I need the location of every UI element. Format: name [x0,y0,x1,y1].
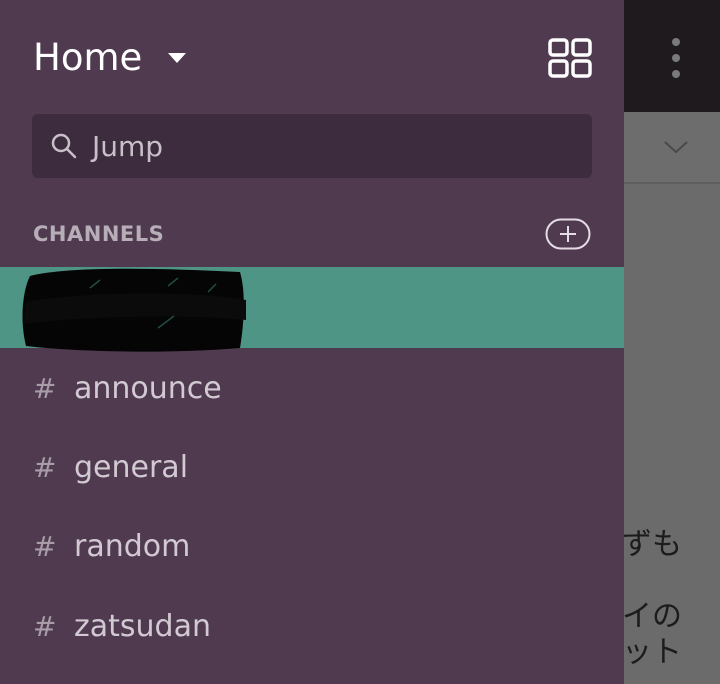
redaction-mark [22,268,246,352]
app-screen: ずも イの ット Home Jump CHANNELS # announce #… [0,0,720,684]
channel-name: zatsudan [74,609,211,644]
channel-item-announce[interactable]: # announce [0,349,624,428]
channel-name: announce [74,371,222,406]
channel-name: general [74,450,189,485]
background-message-text: ット [622,635,682,670]
channel-name: random [74,529,191,564]
add-channel-icon[interactable] [545,218,591,250]
channel-item-general[interactable]: # general [0,428,624,507]
hash-icon: # [33,451,57,484]
hash-icon: # [33,372,57,405]
search-placeholder: Jump [92,129,164,163]
more-options-icon[interactable] [668,38,684,78]
channel-item-zatsudan[interactable]: # zatsudan [0,587,624,666]
channels-section-header: CHANNELS [33,222,165,246]
channel-item-random[interactable]: # random [0,507,624,586]
background-message-text: ずも [622,527,682,562]
navigation-drawer: Home Jump CHANNELS # announce # general … [0,0,624,684]
workspaces-grid-icon[interactable] [548,38,592,78]
chevron-down-icon[interactable] [662,134,690,158]
workspace-title: Home [33,36,143,79]
workspace-switcher[interactable]: Home [33,36,187,79]
search-icon [51,133,77,159]
caret-down-icon [168,52,187,63]
jump-search-field[interactable]: Jump [32,114,592,178]
background-message-text: イの [622,599,682,634]
hash-icon: # [33,610,57,643]
hash-icon: # [33,530,57,563]
